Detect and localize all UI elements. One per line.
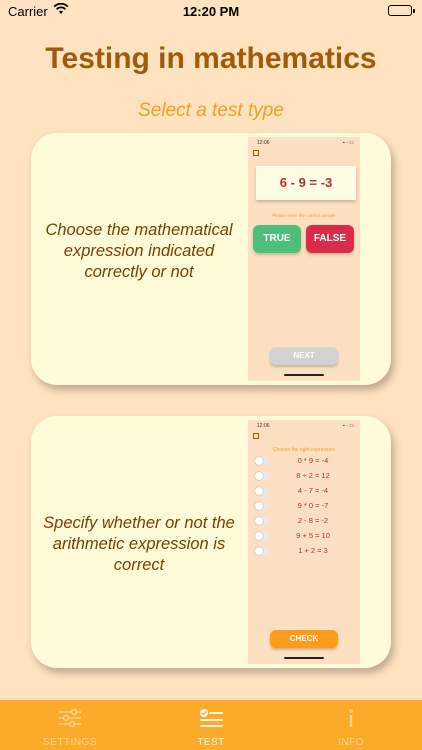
preview-expression: 2 - 8 = -2 bbox=[297, 516, 329, 525]
tab-label: INFO bbox=[338, 737, 364, 748]
preview-true-button: TRUE bbox=[253, 225, 301, 253]
tab-label: TEST bbox=[197, 737, 225, 748]
preview-status-icons: ▪ ◦ ▭ bbox=[342, 423, 354, 429]
toggle-switch bbox=[255, 457, 269, 465]
preview-expression-row: 0 * 9 = -4 bbox=[255, 456, 355, 466]
tab-bar: SETTINGS TEST INFO bbox=[0, 700, 422, 750]
battery-icon bbox=[388, 5, 415, 16]
preview-time: 12:06 bbox=[257, 423, 270, 429]
preview-expression-row: 8 ÷ 2 = 12 bbox=[255, 471, 355, 481]
preview-equation: 6 - 9 = -3 bbox=[256, 166, 356, 200]
preview-time: 12:06 bbox=[257, 140, 270, 146]
preview-screenshot: 12:06 ▪ ◦ ▭ 6 - 9 = -3 Please enter the … bbox=[248, 137, 360, 381]
preview-hint: Please enter the correct answer bbox=[272, 213, 336, 218]
grid-icon bbox=[253, 150, 259, 156]
home-indicator bbox=[284, 374, 324, 376]
preview-expression-row: 1 + 2 = 3 bbox=[255, 546, 355, 556]
checklist-icon bbox=[199, 708, 223, 728]
toggle-switch bbox=[255, 547, 269, 555]
toggle-switch bbox=[255, 502, 269, 510]
tab-test[interactable]: TEST bbox=[141, 700, 281, 750]
preview-expression: 8 ÷ 2 = 12 bbox=[296, 471, 330, 480]
preview-next-button: NEXT bbox=[270, 347, 338, 365]
preview-expression: 4 - 7 = -4 bbox=[297, 486, 329, 495]
card-description: Choose the mathematical expression indic… bbox=[45, 221, 233, 281]
preview-status-icons: ▪ ◦ ▭ bbox=[342, 140, 354, 146]
test-type-card-expressions[interactable]: Specify whether or not the arithmetic ex… bbox=[31, 416, 391, 668]
preview-expression-row: 4 - 7 = -4 bbox=[255, 486, 355, 496]
preview-expression: 1 + 2 = 3 bbox=[298, 546, 328, 555]
preview-screenshot: 12:06 ▪ ◦ ▭ Choose the right expression … bbox=[248, 420, 360, 664]
preview-expression: 9 * 0 = -7 bbox=[297, 501, 329, 510]
preview-check-button: CHECK bbox=[270, 630, 338, 648]
page-title: Testing in mathematics bbox=[45, 42, 377, 75]
grid-icon bbox=[253, 433, 259, 439]
test-type-card-true-false[interactable]: Choose the mathematical expression indic… bbox=[31, 133, 391, 385]
toggle-switch bbox=[255, 532, 269, 540]
home-indicator bbox=[284, 657, 324, 659]
status-bar: Carrier 12:20 PM bbox=[0, 0, 422, 24]
toggle-switch bbox=[255, 487, 269, 495]
tab-label: SETTINGS bbox=[42, 737, 97, 748]
sliders-icon bbox=[58, 708, 82, 728]
preview-expression-row: 9 + 5 = 10 bbox=[255, 531, 355, 541]
page-subtitle: Select a test type bbox=[138, 100, 284, 121]
preview-expression: 0 * 9 = -4 bbox=[297, 456, 329, 465]
info-icon bbox=[339, 708, 363, 728]
tab-info[interactable]: INFO bbox=[281, 700, 421, 750]
preview-title: Choose the right expression bbox=[272, 447, 336, 453]
preview-expression: 9 + 5 = 10 bbox=[296, 531, 330, 540]
toggle-switch bbox=[255, 472, 269, 480]
preview-expression-row: 2 - 8 = -2 bbox=[255, 516, 355, 526]
tab-settings[interactable]: SETTINGS bbox=[0, 700, 140, 750]
preview-false-button: FALSE bbox=[306, 225, 354, 253]
preview-expression-row: 9 * 0 = -7 bbox=[255, 501, 355, 511]
toggle-switch bbox=[255, 517, 269, 525]
card-description: Specify whether or not the arithmetic ex… bbox=[43, 514, 235, 574]
clock: 12:20 PM bbox=[182, 4, 240, 19]
